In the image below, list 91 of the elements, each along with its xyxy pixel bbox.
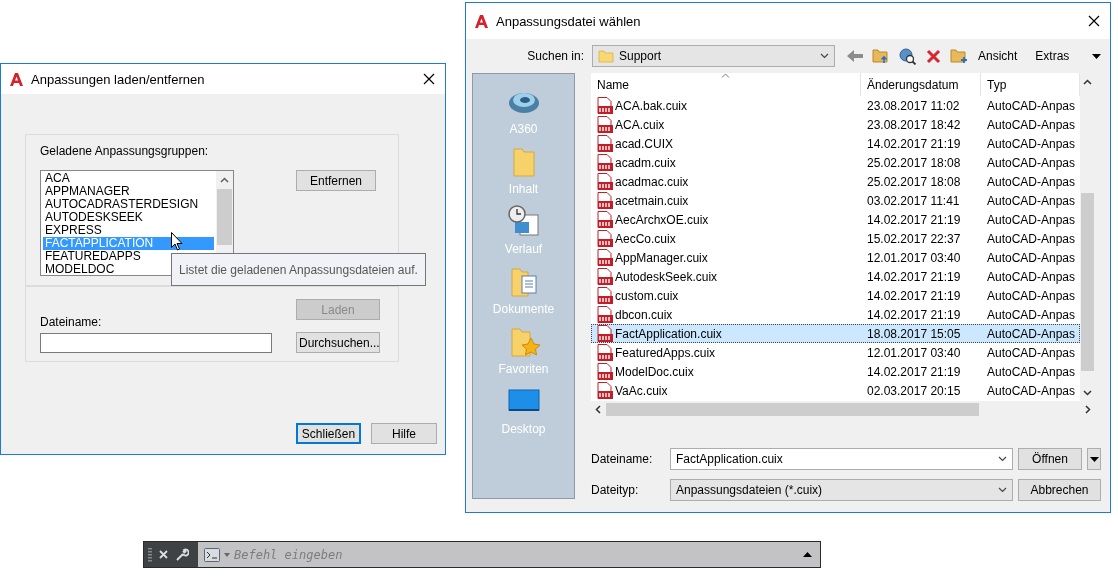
file-name: AppManager.cuix — [615, 250, 708, 265]
column-header[interactable]: Änderungsdatum — [861, 73, 981, 96]
type-cell-text: AutoCAD-Anpas — [986, 326, 1077, 341]
field-label: Dateityp: — [591, 483, 640, 497]
file-row[interactable]: ACA.cuix 23.08.2017 18:42 AutoCAD-Anpas — [591, 115, 1080, 134]
help-button[interactable]: Hilfe — [371, 423, 437, 444]
close-dialog-button[interactable]: Schließen — [296, 423, 361, 444]
type-cell-text: AutoCAD-Anpas — [986, 212, 1077, 227]
type-cell-text: AutoCAD-Anpas — [986, 98, 1077, 113]
date-cell-text: 14.02.2017 21:19 — [866, 364, 962, 379]
column-header[interactable]: Name — [591, 73, 861, 96]
file-name: ModelDoc.cuix — [615, 364, 694, 379]
type-cell-text: AutoCAD-Anpas — [986, 136, 1077, 151]
file-name: custom.cuix — [615, 288, 679, 303]
file-row[interactable]: custom.cuix 14.02.2017 21:19 AutoCAD-Anpas — [591, 286, 1080, 305]
window-title: Anpassungsdatei wählen — [496, 13, 642, 29]
date-cell-text: 23.08.2017 18:42 — [866, 117, 962, 132]
filename-field[interactable]: FactApplication.cuix — [670, 448, 1013, 470]
file-name: ACA.cuix — [615, 117, 665, 132]
type-cell-text: AutoCAD-Anpas — [986, 269, 1077, 284]
file-type-dropdown[interactable]: Anpassungsdateien (*.cuix) — [670, 479, 1013, 501]
date-cell-text: 14.02.2017 21:19 — [866, 136, 962, 151]
type-cell-text: AutoCAD-Anpas — [986, 345, 1077, 360]
date-cell-text: 15.02.2017 22:37 — [866, 231, 962, 246]
file-name: acadmac.cuix — [615, 174, 689, 189]
file-name: acadm.cuix — [615, 155, 676, 170]
window-title: Anpassungen laden/entfernen — [31, 71, 206, 87]
date-cell-text: 02.03.2017 20:15 — [866, 383, 962, 398]
list-label: Geladene Anpassungsgruppen: — [40, 145, 210, 159]
file-name: ACA.bak.cuix — [615, 98, 688, 113]
type-cell-text: AutoCAD-Anpas — [986, 288, 1077, 303]
file-name: AutodeskSeek.cuix — [615, 269, 718, 284]
file-row[interactable]: acetmain.cuix 03.02.2017 11:41 AutoCAD-Anpas — [591, 191, 1080, 210]
file-name: FactApplication.cuix — [615, 326, 722, 341]
type-cell-text: AutoCAD-Anpas — [986, 231, 1077, 246]
type-cell-text: AutoCAD-Anpas — [986, 383, 1077, 398]
file-row[interactable]: dbcon.cuix 14.02.2017 21:19 AutoCAD-Anpas — [591, 305, 1080, 324]
file-name: FeaturedApps.cuix — [615, 345, 716, 360]
date-cell-text: 12.01.2017 03:40 — [866, 345, 962, 360]
file-row[interactable]: AppManager.cuix 12.01.2017 03:40 AutoCAD-Anpas — [591, 248, 1080, 267]
file-name: acad.CUIX — [615, 136, 674, 151]
field-label: Dateiname: — [591, 452, 654, 466]
file-name: acetmain.cuix — [615, 193, 689, 208]
field-label: Dateiname: — [40, 315, 103, 329]
date-cell-text: 18.08.2017 15:05 — [866, 326, 962, 341]
tooltip: Listet die geladenen Anpassungsdateien auf. — [171, 253, 426, 286]
file-row[interactable]: ACA.bak.cuix 23.08.2017 11:02 AutoCAD-Anpas — [591, 96, 1080, 115]
file-name: VaAc.cuix — [615, 383, 668, 398]
file-row[interactable]: acad.CUIX 14.02.2017 21:19 AutoCAD-Anpas — [591, 134, 1080, 153]
date-cell-text: 23.08.2017 11:02 — [866, 98, 961, 113]
cancel-button[interactable]: Abbrechen — [1018, 479, 1101, 501]
file-row[interactable]: AecCo.cuix 15.02.2017 22:37 AutoCAD-Anpas — [591, 229, 1080, 248]
open-button[interactable]: Öffnen — [1018, 448, 1082, 470]
file-row[interactable]: FeaturedApps.cuix 12.01.2017 03:40 AutoCAD-Anpas — [591, 343, 1080, 362]
list-item[interactable]: AUTODESKSEEK — [43, 211, 214, 224]
date-cell-text: 14.02.2017 21:19 — [866, 269, 962, 284]
file-name: AecCo.cuix — [615, 231, 676, 246]
date-cell-text: 25.02.2017 18:08 — [866, 155, 962, 170]
type-cell-text: AutoCAD-Anpas — [986, 193, 1077, 208]
field-label: Suchen in: — [526, 49, 584, 63]
toolbar-menu[interactable]: Extras — [1035, 49, 1070, 63]
list-item[interactable]: AUTOCADRASTERDESIGN — [43, 198, 214, 211]
date-cell-text: 12.01.2017 03:40 — [866, 250, 962, 265]
file-row[interactable]: VaAc.cuix 02.03.2017 20:15 AutoCAD-Anpas — [591, 381, 1080, 400]
type-cell-text: AutoCAD-Anpas — [986, 307, 1077, 322]
file-row[interactable]: FactApplication.cuix 18.08.2017 15:05 AutoCAD-Anpas — [591, 324, 1080, 343]
list-item[interactable]: EXPRESS — [43, 224, 214, 237]
file-row[interactable]: ModelDoc.cuix 14.02.2017 21:19 AutoCAD-Anpas — [591, 362, 1080, 381]
browse-button[interactable]: Durchsuchen... — [296, 332, 380, 353]
remove-button[interactable]: Entfernen — [296, 170, 376, 191]
date-cell-text: 25.02.2017 18:08 — [866, 174, 962, 189]
file-row[interactable]: acadm.cuix 25.02.2017 18:08 AutoCAD-Anpas — [591, 153, 1080, 172]
date-cell-text: 14.02.2017 21:19 — [866, 307, 962, 322]
type-cell-text: AutoCAD-Anpas — [986, 174, 1077, 189]
list-item[interactable]: ACA — [43, 172, 214, 185]
look-in-dropdown[interactable]: Support — [592, 45, 835, 67]
toolbar-menu[interactable]: Ansicht — [978, 49, 1018, 63]
command-input[interactable]: Befehl eingeben — [230, 542, 795, 567]
file-name: AecArchxOE.cuix — [615, 212, 709, 227]
file-row[interactable]: acadmac.cuix 25.02.2017 18:08 AutoCAD-Anpas — [591, 172, 1080, 191]
list-item[interactable]: APPMANAGER — [43, 185, 214, 198]
type-cell-text: AutoCAD-Anpas — [986, 117, 1077, 132]
date-cell-text: 14.02.2017 21:19 — [866, 288, 962, 303]
type-cell-text: AutoCAD-Anpas — [986, 364, 1077, 379]
file-row[interactable]: AutodeskSeek.cuix 14.02.2017 21:19 AutoCAD-Anpas — [591, 267, 1080, 286]
type-cell-text: AutoCAD-Anpas — [986, 155, 1077, 170]
date-cell-text: 14.02.2017 21:19 — [866, 212, 962, 227]
file-row[interactable]: AecArchxOE.cuix 14.02.2017 21:19 AutoCAD-Anpas — [591, 210, 1080, 229]
file-name: dbcon.cuix — [615, 307, 673, 322]
type-cell-text: AutoCAD-Anpas — [986, 250, 1077, 265]
date-cell-text: 03.02.2017 11:41 — [866, 193, 961, 208]
